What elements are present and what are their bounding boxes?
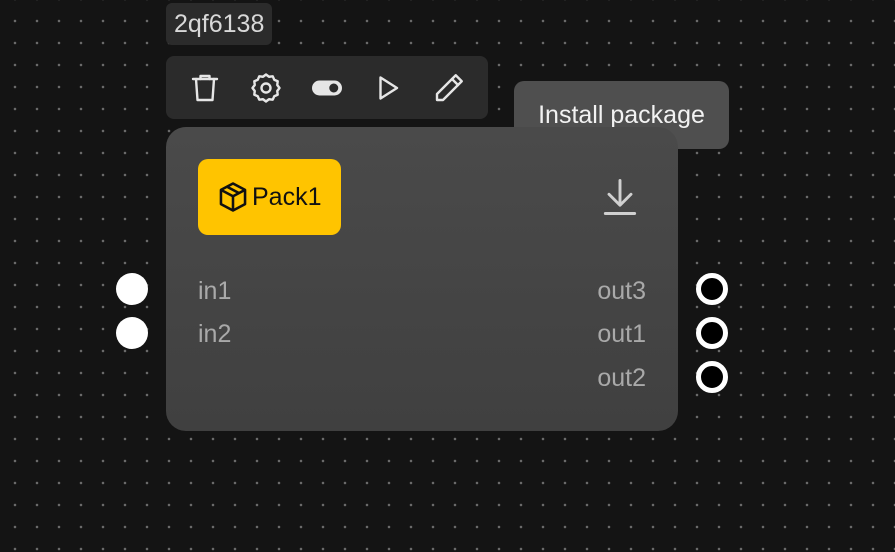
- toggle-icon: [311, 80, 342, 95]
- package-label: Pack1: [252, 182, 322, 211]
- output-port-out1[interactable]: [696, 317, 728, 349]
- toggle-button[interactable]: [305, 66, 349, 110]
- trash-icon: [191, 74, 218, 101]
- install-download-icon[interactable]: [598, 175, 642, 219]
- node-id-label: 2qf6138: [166, 3, 273, 45]
- package-box-icon: [219, 182, 247, 212]
- delete-button[interactable]: [183, 66, 227, 110]
- settings-button[interactable]: [244, 66, 288, 110]
- gear-icon: [251, 72, 281, 103]
- node-toolbar: [166, 56, 488, 119]
- package-badge[interactable]: Pack1: [198, 159, 341, 235]
- output-port-out2[interactable]: [696, 361, 728, 393]
- input-label-in2: in2: [198, 320, 232, 348]
- input-port-in1[interactable]: [116, 273, 148, 305]
- play-icon: [379, 75, 399, 100]
- input-label-in1: in1: [198, 277, 232, 305]
- output-label-out1: out1: [597, 320, 646, 348]
- node-card[interactable]: Pack1 in1 in2 out3 out1 out2: [166, 127, 678, 431]
- output-label-out2: out2: [597, 364, 646, 392]
- input-port-in2[interactable]: [116, 317, 148, 349]
- run-button[interactable]: [366, 66, 410, 110]
- output-port-out3[interactable]: [696, 273, 728, 305]
- pencil-icon: [436, 73, 464, 101]
- output-label-out3: out3: [597, 277, 646, 305]
- edit-button[interactable]: [427, 66, 471, 110]
